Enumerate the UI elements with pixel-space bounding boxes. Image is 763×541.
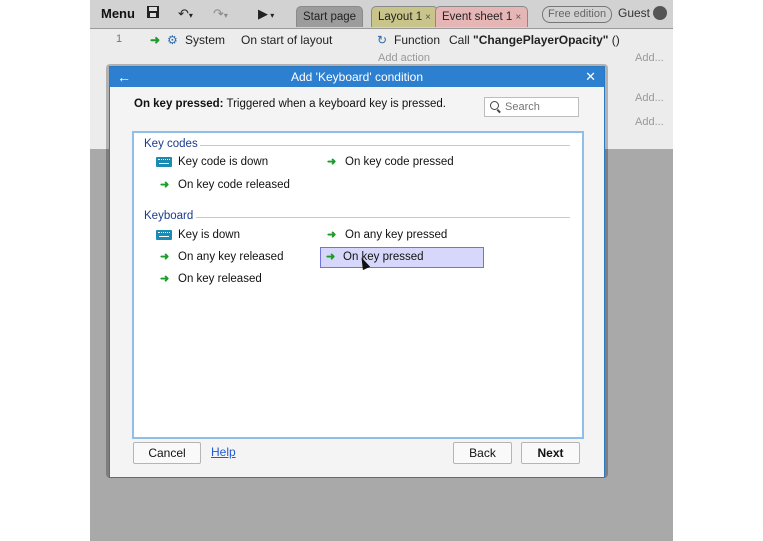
condition-key-is-down[interactable]: Key is down <box>156 226 240 245</box>
add-link[interactable]: Add... <box>635 92 664 104</box>
tab-label: Layout 1 <box>378 11 423 23</box>
help-link[interactable]: Help <box>211 445 236 459</box>
keyboard-icon <box>156 230 172 240</box>
category-key-codes: Key codes <box>144 138 198 150</box>
condition-on-key-code-pressed[interactable]: ➜ On key code pressed <box>323 153 454 172</box>
redo-icon[interactable]: ↷▾ <box>213 5 228 23</box>
condition-list[interactable]: Key codes Key code is down ➜ On key code… <box>132 131 584 439</box>
condition-description: On key pressed: Triggered when a keyboar… <box>134 98 446 110</box>
dialog-title-bar: ← Add 'Keyboard' condition ✕ <box>110 67 604 87</box>
user-icon[interactable] <box>653 6 667 20</box>
condition-label: Key is down <box>178 229 241 241</box>
trigger-arrow-icon: ➜ <box>160 251 170 263</box>
condition-on-any-key-pressed[interactable]: ➜ On any key pressed <box>323 226 447 245</box>
condition-key-code-is-down[interactable]: Key code is down <box>156 153 268 172</box>
undo-icon[interactable]: ↶▾ <box>178 5 193 23</box>
condition-label: On any key released <box>178 251 284 263</box>
category-divider <box>200 145 570 146</box>
main-toolbar: Menu ↶▾ ↷▾ ▶ ▾ Start page Layout 1 × Even… <box>90 0 673 29</box>
condition-label: On key released <box>178 273 262 285</box>
tab-label: Event sheet 1 <box>442 11 513 23</box>
add-action-link[interactable]: Add action <box>378 52 430 64</box>
description-title: On key pressed: <box>134 98 224 110</box>
back-button[interactable]: Back <box>453 442 512 464</box>
condition-object[interactable]: System <box>185 31 225 49</box>
event-row[interactable]: 1 ➜ ⚙ System On start of layout ↻ Functi… <box>90 29 673 49</box>
tab-event-sheet-1[interactable]: Event sheet 1 × <box>435 6 529 27</box>
category-keyboard: Keyboard <box>144 210 194 222</box>
condition-label: On key code pressed <box>345 156 454 168</box>
tab-layout-1[interactable]: Layout 1 × <box>371 6 438 27</box>
search-input[interactable] <box>503 99 577 115</box>
condition-on-key-pressed[interactable]: ➜ On key pressed <box>320 247 484 268</box>
condition-label: Key code is down <box>178 156 269 168</box>
condition-on-key-code-released[interactable]: ➜ On key code released <box>156 176 290 195</box>
condition-on-any-key-released[interactable]: ➜ On any key released <box>156 248 283 267</box>
function-icon: ↻ <box>377 33 388 47</box>
trigger-arrow-icon: ➜ <box>326 251 336 263</box>
trigger-arrow-icon: ➜ <box>327 156 337 168</box>
condition-text[interactable]: On start of layout <box>241 31 332 49</box>
menu-button[interactable]: Menu <box>96 4 140 23</box>
keyboard-icon <box>156 157 172 167</box>
back-arrow-icon[interactable]: ← <box>117 67 131 87</box>
category-divider <box>196 217 570 218</box>
action-text[interactable]: Call "ChangePlayerOpacity" () <box>449 31 620 49</box>
cancel-button[interactable]: Cancel <box>133 442 201 464</box>
condition-on-key-released[interactable]: ➜ On key released <box>156 270 262 289</box>
construct-editor: Menu ↶▾ ↷▾ ▶ ▾ Start page Layout 1 × Even… <box>90 0 673 541</box>
trigger-arrow-icon: ➜ <box>327 229 337 241</box>
add-condition-dialog: ← Add 'Keyboard' condition ✕ On key pres… <box>109 66 605 478</box>
call-prefix: Call <box>449 33 474 47</box>
tab-start-page[interactable]: Start page <box>296 6 364 27</box>
search-box[interactable] <box>484 97 579 117</box>
search-icon <box>490 101 499 110</box>
user-name[interactable]: Guest <box>618 6 650 20</box>
trigger-arrow-icon: ➜ <box>160 273 170 285</box>
function-name: "ChangePlayerOpacity" <box>473 33 609 47</box>
close-icon[interactable]: ✕ <box>585 67 596 87</box>
gear-icon: ⚙ <box>167 33 178 47</box>
save-icon[interactable] <box>146 5 160 23</box>
close-tab-icon[interactable]: × <box>515 12 521 23</box>
description-text: Triggered when a keyboard key is pressed… <box>223 98 446 110</box>
dialog-title: Add 'Keyboard' condition <box>290 70 423 84</box>
condition-label: On key code released <box>178 179 290 191</box>
action-object[interactable]: Function <box>394 31 440 49</box>
condition-label: On key pressed <box>343 251 424 263</box>
add-link[interactable]: Add... <box>635 52 664 64</box>
condition-label: On any key pressed <box>345 229 448 241</box>
free-edition-badge[interactable]: Free edition <box>542 6 613 23</box>
trigger-arrow-icon: ➜ <box>150 33 161 47</box>
next-button[interactable]: Next <box>521 442 580 464</box>
close-tab-icon[interactable]: × <box>425 12 431 23</box>
event-number: 1 <box>116 33 123 45</box>
trigger-arrow-icon: ➜ <box>160 179 170 191</box>
add-link[interactable]: Add... <box>635 116 664 128</box>
play-icon[interactable]: ▶ ▾ <box>258 5 274 23</box>
call-suffix: () <box>608 33 620 47</box>
tab-label: Start page <box>303 11 357 23</box>
